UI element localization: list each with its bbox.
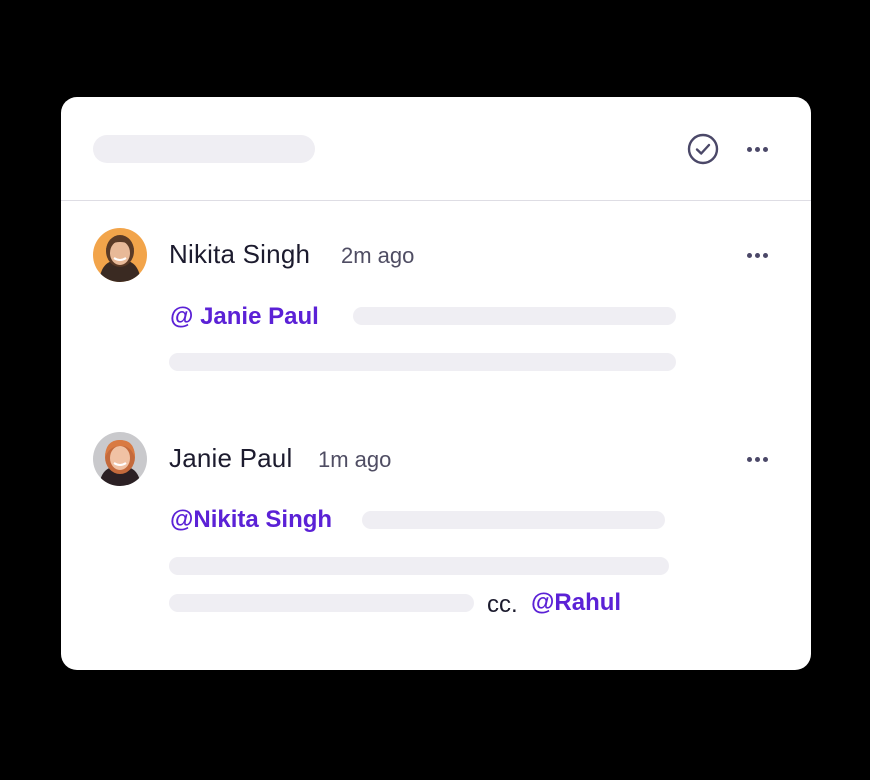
- avatar: [93, 432, 147, 486]
- cc-mention[interactable]: @Rahul: [531, 589, 621, 617]
- comment-thread-card: Nikita Singh 2m ago @ Janie Paul Janie P…: [61, 97, 811, 670]
- more-dot: [762, 252, 768, 258]
- more-dot: [754, 252, 760, 258]
- title-placeholder: [93, 135, 315, 163]
- more-dot: [754, 146, 760, 152]
- resolve-thread-button[interactable]: [686, 132, 720, 166]
- more-horizontal-icon: [746, 456, 752, 462]
- user-mention[interactable]: @ Janie Paul: [170, 303, 319, 331]
- avatar: [93, 228, 147, 282]
- text-line-placeholder: [362, 511, 665, 529]
- more-dot: [762, 456, 768, 462]
- text-line-placeholder: [169, 594, 474, 612]
- comment-timestamp: 2m ago: [341, 243, 415, 268]
- cc-label: cc.: [487, 591, 518, 618]
- comment-timestamp: 1m ago: [318, 447, 392, 472]
- text-line-placeholder: [169, 353, 676, 371]
- check-circle-icon: [687, 133, 719, 165]
- thread-more-options-button[interactable]: [739, 137, 775, 161]
- more-horizontal-icon: [746, 252, 752, 258]
- more-horizontal-icon: [746, 146, 752, 152]
- comment-author[interactable]: Janie Paul: [169, 443, 292, 474]
- more-dot: [754, 456, 760, 462]
- text-line-placeholder: [353, 307, 676, 325]
- thread-header: [61, 97, 811, 201]
- comment-more-options-button[interactable]: [739, 243, 775, 267]
- user-mention[interactable]: @Nikita Singh: [170, 506, 332, 534]
- comment-more-options-button[interactable]: [739, 447, 775, 471]
- more-dot: [762, 146, 768, 152]
- text-line-placeholder: [169, 557, 669, 575]
- comment-author[interactable]: Nikita Singh: [169, 239, 310, 270]
